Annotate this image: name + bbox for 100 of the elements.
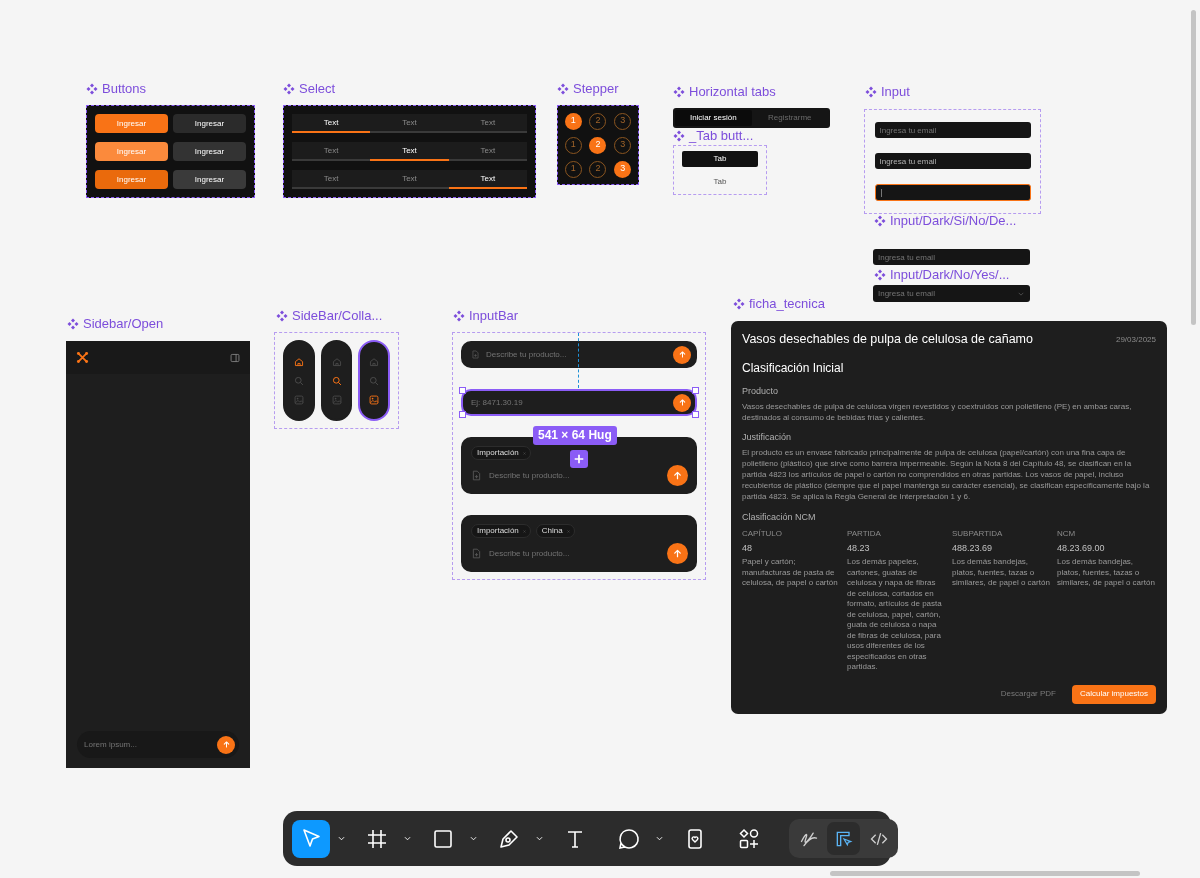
text-field[interactable]: Describe tu producto... xyxy=(489,469,660,482)
section-heading: Justificación xyxy=(742,432,793,443)
resize-handle[interactable] xyxy=(459,411,466,418)
chat-input[interactable]: Lorem ipsum... xyxy=(77,731,239,758)
component-label: Input/Dark/No/Yes/... xyxy=(890,267,1010,283)
component-label: Stepper xyxy=(573,81,619,97)
select-option[interactable]: Text xyxy=(448,142,527,161)
input-bar[interactable]: Importación China Describe tu producto... xyxy=(461,515,697,572)
text-field[interactable]: Lorem ipsum... xyxy=(84,738,217,751)
tag-chip[interactable]: Importación xyxy=(471,446,531,460)
section-heading: Producto xyxy=(742,386,780,397)
speech-bubble-icon xyxy=(617,826,641,851)
input-field[interactable]: Ingresa tu email xyxy=(874,153,1031,169)
dropdown-field[interactable]: Ingresa tu email xyxy=(873,285,1030,302)
select-option[interactable]: Text xyxy=(448,170,527,189)
component-icon xyxy=(276,310,288,322)
tool-button[interactable] xyxy=(292,819,330,858)
ingresar-button[interactable]: Ingresar xyxy=(95,170,168,189)
column-label: SUBPARTIDA xyxy=(952,529,1004,539)
shapes-plus-icon xyxy=(737,826,761,851)
home-icon[interactable] xyxy=(293,356,304,367)
tag-label: China xyxy=(541,525,563,537)
arrow-up-icon xyxy=(677,398,687,407)
chevron-down-icon xyxy=(336,834,346,843)
tag-chip[interactable]: Importación xyxy=(471,524,531,538)
column-label: NCM xyxy=(1057,529,1077,539)
paragraph: El producto es un envase fabricado principalmente de pulpa de celulosa (papel/cartón) con una fina capa de polietileno (plástico) que sirve como barrera impermeable. Según la Nota 8 del Capítulo 48, se clasifican en la partida 4823 los artículos de papel o cartón no comprendidos en otras partidas. Los vasos de papel, incluso recubiertos de plástico (siempre que el papel mantenga su carácter esencial), se clasifican específicamente bajo la partida 4823. Se aplica la Regla General de Interpretación 1 y 6. xyxy=(742,447,1151,502)
select-option[interactable]: Text xyxy=(292,114,371,133)
tab[interactable]: Iniciar sesión xyxy=(675,110,752,126)
column-label: PARTIDA xyxy=(847,529,882,539)
code-value: 488.23.69 xyxy=(952,543,994,554)
scrollbar[interactable] xyxy=(830,871,1140,876)
component-icon xyxy=(733,298,745,310)
resize-handle[interactable] xyxy=(692,387,699,394)
search-icon[interactable] xyxy=(331,375,342,386)
text-field[interactable]: Ej: 8471.30.19 xyxy=(471,396,667,409)
select-option[interactable]: Text xyxy=(292,170,371,189)
add-button[interactable] xyxy=(570,450,588,468)
send-button[interactable] xyxy=(673,345,691,364)
code-value: 48.23.69.00 xyxy=(1057,543,1106,554)
component-label: InputBar xyxy=(469,308,519,324)
component-label: ficha_tecnica xyxy=(749,296,825,312)
resize-handle[interactable] xyxy=(459,387,466,394)
description-text: Los demás bandejas, platos, fuentes, tazas o similares, de papel o cartón xyxy=(952,557,1051,589)
component-icon xyxy=(673,130,685,142)
resize-handle[interactable] xyxy=(692,411,699,418)
input-field[interactable] xyxy=(874,184,1031,201)
component-icon xyxy=(673,86,685,98)
component-label: Horizontal tabs xyxy=(689,84,776,100)
component-icon xyxy=(283,83,295,95)
send-button[interactable] xyxy=(673,393,691,412)
text-field[interactable]: Ingresa tu email xyxy=(878,287,1017,300)
text-field[interactable]: Describe tu producto... xyxy=(489,547,660,560)
image-icon[interactable] xyxy=(369,394,380,405)
tag-chip[interactable]: China xyxy=(535,524,575,538)
select-option[interactable]: Text xyxy=(292,142,371,161)
text-caret xyxy=(880,188,882,197)
component-label: Input xyxy=(881,84,910,100)
mode-button[interactable] xyxy=(827,822,860,855)
download-pdf-button[interactable]: Descargar PDF xyxy=(1000,688,1056,700)
send-button[interactable] xyxy=(217,735,235,754)
sidebar-toggle-icon[interactable] xyxy=(230,352,240,363)
chevron-down-icon xyxy=(468,834,478,843)
ingresar-button[interactable]: Ingresar xyxy=(173,170,246,189)
tag-label: Importación xyxy=(477,447,519,459)
x-logo-icon xyxy=(76,351,89,364)
chevron-down-icon xyxy=(534,834,544,843)
tab[interactable]: Registrarme xyxy=(751,110,828,126)
code-value: 48.23 xyxy=(847,543,871,554)
ingresar-button[interactable]: Ingresar xyxy=(95,114,168,133)
chevron-down-icon xyxy=(402,834,412,843)
component-icon xyxy=(453,310,465,322)
component-icon xyxy=(874,269,886,281)
input-field[interactable]: Ingresa tu email xyxy=(874,122,1031,138)
send-button[interactable] xyxy=(667,543,688,564)
component-icon xyxy=(557,83,569,95)
code-value: 48 xyxy=(742,543,753,554)
column-label: CAPÍTULO xyxy=(742,529,783,539)
paragraph: Vasos desechables de pulpa de celulosa virgen revestidos y coextruidos con polietileno (PE) en ambas caras, destinados al consumo de bebidas frías y calientes. xyxy=(742,401,1133,423)
select-option[interactable]: Text xyxy=(370,142,449,161)
select-option[interactable]: Text xyxy=(370,114,449,133)
ingresar-button[interactable]: Ingresar xyxy=(173,114,246,133)
tab[interactable]: Tab xyxy=(682,150,758,167)
scrollbar[interactable] xyxy=(1191,10,1196,325)
tab[interactable]: Tab xyxy=(682,173,758,190)
input-bar[interactable]: Describe tu producto... xyxy=(461,341,697,368)
component-label: _Tab butt... xyxy=(689,128,754,144)
text-field[interactable]: Describe tu producto... xyxy=(486,348,667,361)
input-bar[interactable]: Ej: 8471.30.19 xyxy=(461,389,697,416)
component-icon xyxy=(874,215,886,227)
calculate-button[interactable]: Calcular impuestos xyxy=(1071,684,1156,704)
select-option[interactable]: Text xyxy=(370,170,449,189)
input-field[interactable]: Ingresa tu email xyxy=(873,249,1030,265)
card-title: Vasos desechables de pulpa de celulosa de cañamo xyxy=(742,331,1033,348)
description-text: Los demás bandejas, platos, fuentes, tazas o similares, de papel o cartón xyxy=(1057,557,1156,589)
send-button[interactable] xyxy=(667,465,688,486)
section-heading: Clasificación NCM xyxy=(742,512,817,523)
ingresar-button[interactable]: Ingresar xyxy=(173,142,246,161)
arrow-up-icon xyxy=(221,740,231,749)
select-option[interactable]: Text xyxy=(448,114,527,133)
